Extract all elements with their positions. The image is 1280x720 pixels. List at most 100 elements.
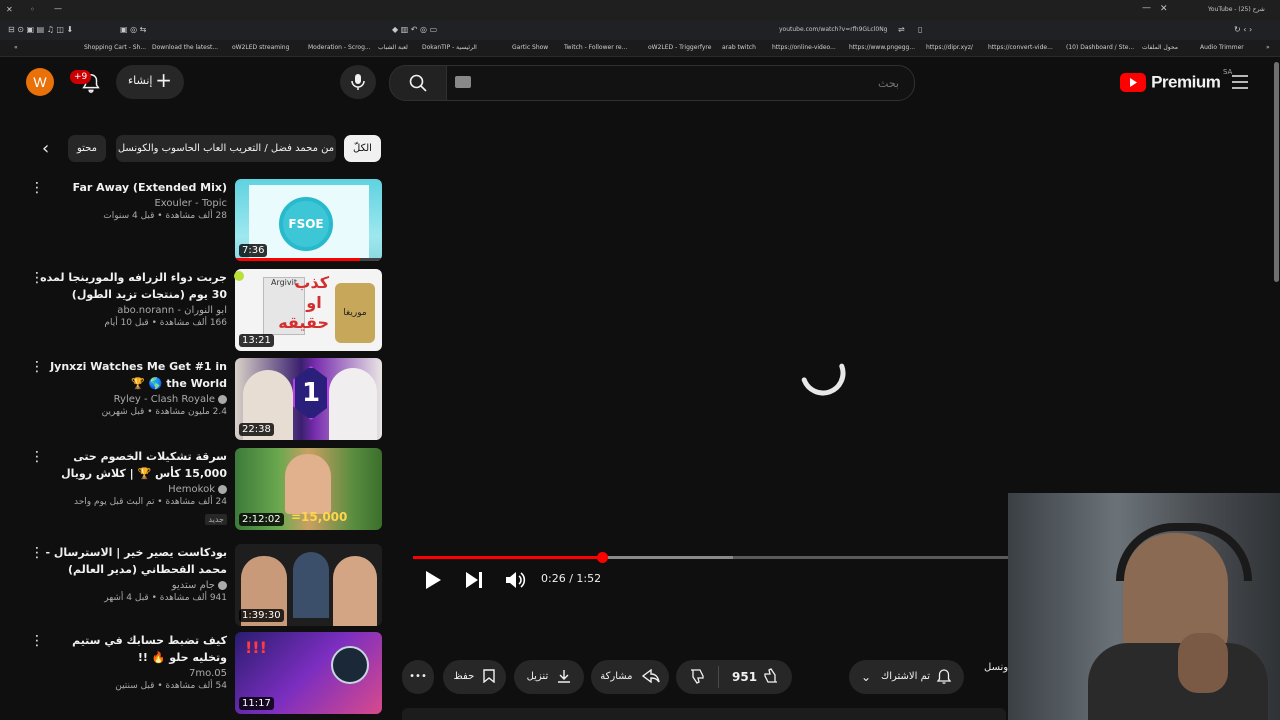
bookmark-item[interactable]: Audio Trimmer (1200, 40, 1244, 56)
video-stats: 2.4 مليون مشاهدة • قبل شهرين (101, 407, 227, 417)
list-item[interactable]: ⋮ سرقة تشكيلات الخصوم حتى 15,000 كأس 🏆 |… (30, 448, 382, 532)
voice-search-button[interactable] (340, 65, 376, 99)
translate-icon[interactable]: ⇌ (898, 25, 905, 34)
thumbs-down-icon (691, 669, 704, 684)
bookmark-item[interactable]: arab twitch (722, 40, 756, 56)
chevron-left-icon[interactable]: ‹ (42, 140, 60, 158)
chip-from-channel[interactable]: من محمد فضل / التعريب العاب الحاسوب والك… (116, 135, 336, 162)
tab-title[interactable]: YouTube - شرح (25) (1208, 6, 1265, 13)
bookmark-item[interactable]: Shopping Cart - Sh... (84, 40, 146, 56)
bookmark-item[interactable]: oW2LED streaming (232, 40, 289, 56)
share-label: مشاركة (600, 671, 633, 682)
video-meta: كيف تضبط حسابك في ستيم وتخليه حلو 🔥 !! 7… (37, 632, 227, 691)
more-actions-button[interactable]: ••• (402, 660, 434, 694)
bookmark-item[interactable]: DokanTIP - الرئيسية (422, 40, 477, 56)
minimize-icon[interactable]: — (54, 4, 62, 13)
video-thumbnail[interactable]: 1:39:30 (235, 544, 382, 626)
bookmark-item[interactable]: Gartic Show (512, 40, 548, 56)
video-thumbnail[interactable]: Argivit كذب او حقيقه موريغا 13:21 (235, 269, 382, 351)
bookmark-item[interactable]: https://www.pngegg... (849, 40, 915, 56)
list-item[interactable]: ⋮ بودكاست يصير خير | الاسترسال - محمد ال… (30, 544, 382, 628)
bookmark-item[interactable]: https://convert-vide... (988, 40, 1053, 56)
tab-close-icon[interactable]: ✕ (1160, 4, 1168, 14)
youtube-premium-logo[interactable]: Premium SA (1120, 68, 1232, 93)
seek-handle[interactable] (597, 552, 608, 563)
bookmark-item[interactable]: لعبة الشباب (378, 40, 408, 56)
list-item[interactable]: ⋮ جربت دواء الزرافه والمورينجا لمده 30 ي… (30, 269, 382, 353)
window-minimize-icon[interactable]: — (1142, 3, 1151, 13)
hamburger-menu-icon[interactable] (1232, 74, 1248, 89)
search-input[interactable] (487, 72, 901, 94)
channel-name[interactable]: Exouler - Topic (37, 198, 227, 209)
video-duration: 22:38 (239, 423, 274, 436)
bookmark-item[interactable]: Moderation - Scrog... (308, 40, 371, 56)
refresh-icon[interactable]: ◦ (30, 5, 35, 14)
channel-name-partial[interactable]: ونسل (984, 662, 1008, 673)
time-display: 0:26 / 1:52 (541, 572, 602, 585)
bookmark-item[interactable]: محول الملفات (1142, 40, 1178, 56)
bookmark-item[interactable]: https://dipr.xyz/ (926, 40, 973, 56)
share-icon (641, 668, 660, 684)
chip-more[interactable]: محتو (68, 135, 106, 162)
search-button[interactable] (389, 65, 449, 101)
bookmark-item[interactable]: oW2LED - Triggerfyre (648, 40, 711, 56)
bookmark-item[interactable]: (10) Dashboard / Ste... (1066, 40, 1134, 56)
chevron-down-icon: ⌄ (861, 670, 872, 684)
video-thumbnail[interactable]: !!! 11:17 (235, 632, 382, 714)
video-title[interactable]: Far Away (Extended Mix) (37, 179, 227, 196)
play-button[interactable] (422, 568, 446, 592)
like-button[interactable] (762, 660, 778, 694)
video-thumbnail[interactable]: =15,000 2:12:02 (235, 448, 382, 530)
chip-all[interactable]: الكلّ (344, 135, 381, 162)
back-icon[interactable]: ✕ (6, 5, 13, 14)
save-button[interactable]: حفظ (443, 660, 506, 694)
watch-progress (235, 258, 360, 261)
channel-name[interactable]: 7mo.05 (37, 668, 227, 679)
moringa-jar: موريغا (335, 283, 375, 343)
avatar[interactable]: W (26, 68, 54, 96)
bookmarks-more-icon[interactable]: » (1266, 40, 1270, 56)
list-item[interactable]: ⋮ Jynxzi Watches Me Get #1 in the World … (30, 358, 382, 442)
steam-logo-icon (331, 646, 369, 684)
create-button[interactable]: إنشاء + (116, 65, 184, 99)
video-stats: 54 ألف مشاهدة • قبل سنتين (115, 681, 227, 691)
new-badge: جديد (205, 514, 227, 525)
download-button[interactable]: تنزيل (514, 660, 584, 694)
list-item[interactable]: ⋮ كيف تضبط حسابك في ستيم وتخليه حلو 🔥 !!… (30, 632, 382, 716)
video-duration: 11:17 (239, 697, 274, 710)
dislike-button[interactable] (690, 660, 706, 694)
page-scrollbar[interactable] (1274, 62, 1279, 282)
channel-name[interactable]: ابو النوران - abo.norann (37, 305, 227, 316)
list-item[interactable]: ⋮ Far Away (Extended Mix) Exouler - Topi… (30, 179, 382, 263)
search-field[interactable] (446, 65, 915, 101)
video-title[interactable]: Jynxzi Watches Me Get #1 in the World 🌎 … (37, 358, 227, 392)
bookmark-item[interactable]: Twitch - Follower re... (564, 40, 627, 56)
bookmark-icon[interactable]: ▯ (918, 25, 922, 34)
keyboard-icon[interactable] (455, 76, 471, 88)
share-button[interactable]: مشاركة (591, 660, 669, 694)
channel-name[interactable]: Ryley - Clash Royale (114, 394, 215, 405)
toolbar-icons[interactable]: ◆ ▥ ↶ ◎ ▭ (392, 25, 437, 34)
bookmark-item[interactable]: https://online-video... (772, 40, 836, 56)
subscribed-button[interactable]: ⌄ تم الاشتراك (849, 660, 964, 694)
emoji-icon (234, 271, 244, 281)
bookmarks-chevron-icon[interactable]: « (14, 40, 18, 56)
volume-button[interactable] (504, 568, 528, 592)
channel-name[interactable]: جام ستديو (172, 580, 215, 591)
video-title[interactable]: جربت دواء الزرافه والمورينجا لمده 30 يوم… (37, 269, 227, 303)
extension-icons[interactable]: ▣ ◎ ⇆ (120, 25, 146, 34)
bell-icon (936, 669, 952, 684)
video-title[interactable]: بودكاست يصير خير | الاسترسال - محمد القح… (37, 544, 227, 578)
video-title[interactable]: سرقة تشكيلات الخصوم حتى 15,000 كأس 🏆 | ك… (37, 448, 227, 482)
video-stats: 28 ألف مشاهدة • قبل 4 سنوات (103, 211, 227, 221)
next-button[interactable] (463, 568, 487, 592)
channel-name[interactable]: Hemokok (168, 484, 215, 495)
video-title[interactable]: كيف تضبط حسابك في ستيم وتخليه حلو 🔥 !! (37, 632, 227, 666)
video-meta: جربت دواء الزرافه والمورينجا لمده 30 يوم… (37, 269, 227, 328)
video-thumbnail[interactable]: 1 22:38 (235, 358, 382, 440)
address-bar[interactable]: youtube.com/watch?v=rfh9GLcl0Ng (779, 26, 888, 33)
nav-icon[interactable]: ⊟ ⊙ ▣ ▤ ♫ ◫ ⬇ (8, 25, 73, 34)
reload-icon[interactable]: ↻ ‹ › (1234, 25, 1252, 34)
video-thumbnail[interactable]: FSOE 7:36 (235, 179, 382, 261)
bookmark-item[interactable]: Download the latest... (152, 40, 218, 56)
